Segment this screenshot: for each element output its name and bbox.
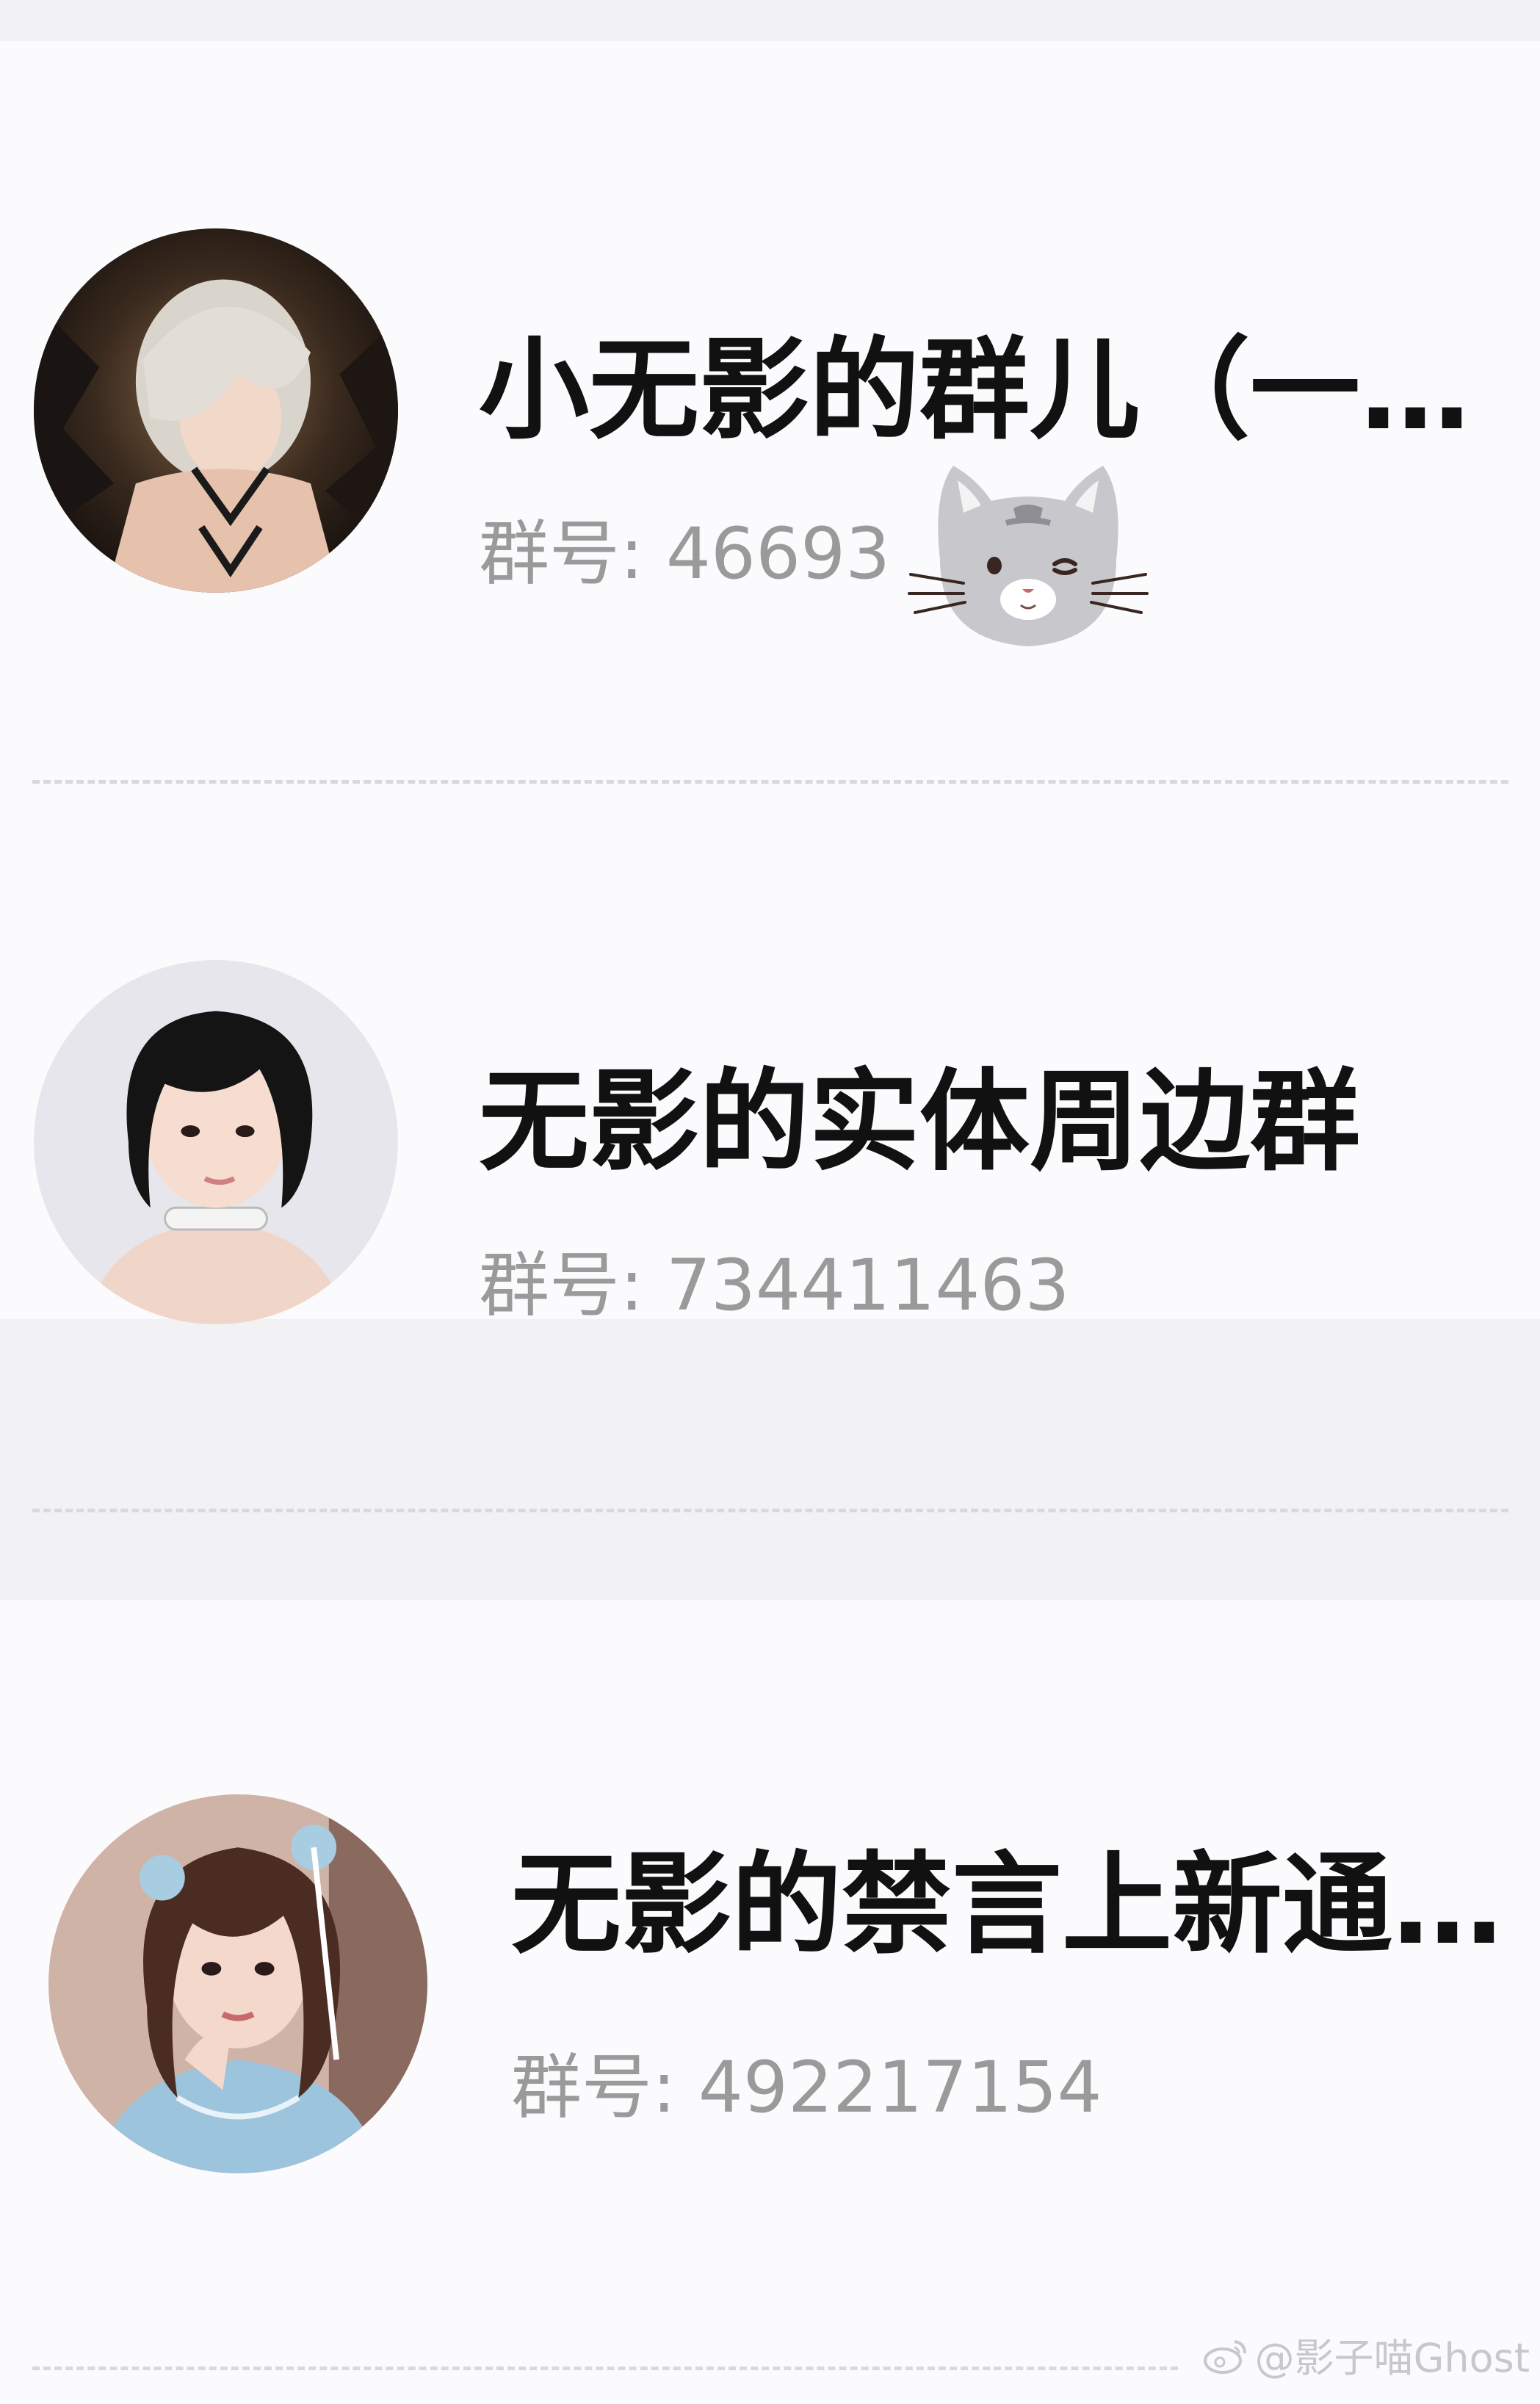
group-row-1[interactable]: 小无影的群儿（一… 群号: 46693 (0, 41, 1540, 783)
weibo-watermark: @影子喵Ghost (1202, 2325, 1530, 2385)
group-avatar-3[interactable] (48, 1794, 427, 2173)
row-divider-2b (32, 1509, 1508, 1512)
weibo-icon (1202, 2337, 1249, 2385)
group-row-3[interactable]: 无影的禁言上新通… 群号: 492217154 (0, 1600, 1540, 2404)
group-id-1: 群号: 46693 (479, 513, 891, 595)
group-avatar-1[interactable] (34, 228, 398, 593)
group-name-2: 无影的实体周边群 (479, 1062, 1361, 1183)
avatar-black-bob-icon (34, 960, 398, 1324)
watermark-text: @影子喵Ghost (1254, 2335, 1530, 2382)
row-divider-3 (32, 2367, 1178, 2370)
group-list-card-2: 无影的禁言上新通… 群号: 492217154 (0, 1600, 1540, 2404)
group-name-1: 小无影的群儿（一… (479, 331, 1471, 452)
group-list-card: 小无影的群儿（一… 群号: 46693 无影的实体周边群 群号: 7344114… (0, 41, 1540, 1512)
group-row-2[interactable]: 无影的实体周边群 群号: 734411463 (0, 783, 1540, 1324)
winking-cat-sticker (896, 450, 1160, 670)
group-name-3: 无影的禁言上新通… (511, 1845, 1503, 1966)
group-id-2: 群号: 734411463 (479, 1244, 1070, 1326)
avatar-blue-qipao-icon (48, 1794, 427, 2173)
group-avatar-2[interactable] (34, 960, 398, 1324)
cat-face-icon (908, 466, 1149, 646)
group-id-3: 群号: 492217154 (511, 2046, 1102, 2129)
avatar-silver-hair-icon (34, 228, 398, 593)
